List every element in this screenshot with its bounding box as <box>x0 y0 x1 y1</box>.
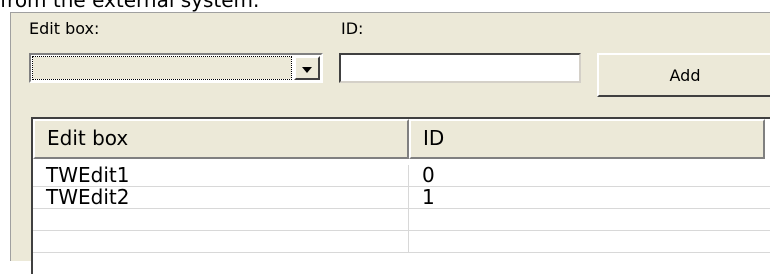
cell-edit-box <box>33 231 409 252</box>
cell-id: 0 <box>422 163 435 187</box>
top-caption-text: from the external system. <box>0 0 260 12</box>
edit-box-panel: Edit box: ID: Add Edit box ID TWEdit1 0 … <box>10 12 770 274</box>
edit-box-table: Edit box ID TWEdit1 0 TWEdit2 1 <box>31 117 770 274</box>
id-label: ID: <box>341 19 364 38</box>
column-header-edit-box[interactable]: Edit box <box>33 119 409 159</box>
table-row[interactable]: TWEdit2 1 <box>33 187 770 209</box>
cell-edit-box <box>33 209 409 230</box>
edit-box-dropdown[interactable] <box>29 53 323 83</box>
cell-edit-box: TWEdit1 <box>33 165 409 186</box>
table-row[interactable] <box>33 209 770 231</box>
cell-id: 1 <box>422 185 435 209</box>
cell-id <box>409 231 765 252</box>
table-header: Edit box ID <box>33 119 770 159</box>
id-input[interactable] <box>339 53 581 83</box>
edit-box-label: Edit box: <box>29 19 100 38</box>
column-header-id[interactable]: ID <box>409 119 765 159</box>
chevron-down-icon[interactable] <box>294 56 320 80</box>
edit-box-dropdown-value[interactable] <box>32 56 292 80</box>
add-button[interactable]: Add <box>597 53 770 97</box>
table-row[interactable]: TWEdit1 0 <box>33 165 770 187</box>
cell-edit-box: TWEdit2 <box>33 187 409 208</box>
cell-id <box>409 209 765 230</box>
table-row[interactable] <box>33 231 770 253</box>
